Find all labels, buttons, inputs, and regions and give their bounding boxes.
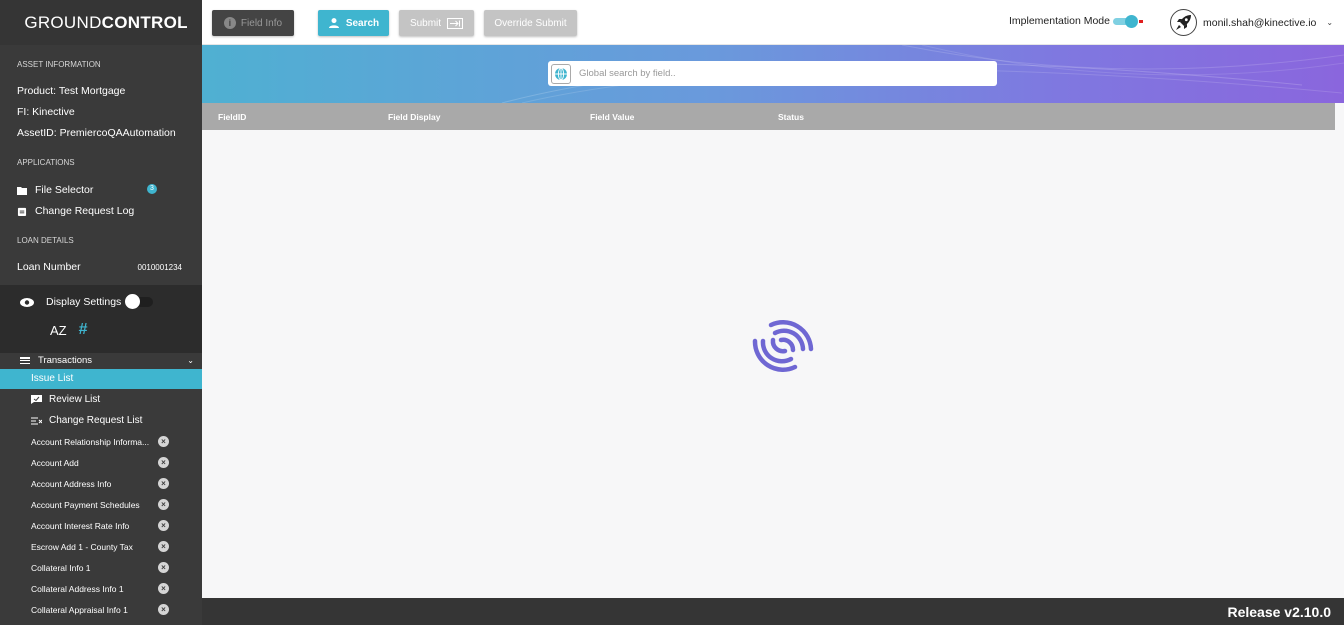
- transactions-toggle[interactable]: Transactions ⌄: [20, 355, 194, 366]
- sort-options: AZ #: [50, 321, 88, 339]
- global-search: [548, 61, 997, 86]
- release-version: Release v2.10.0: [1227, 604, 1331, 620]
- review-icon: [31, 395, 42, 404]
- review-list-item[interactable]: Review List: [31, 394, 100, 405]
- eye-icon: [20, 297, 34, 307]
- transaction-item[interactable]: Account Relationship Informa... ×: [31, 435, 171, 449]
- applications-heading: APPLICATIONS: [17, 158, 75, 167]
- implementation-mode-toggle[interactable]: [1112, 15, 1143, 28]
- brand-name: GROUNDCONTROL: [24, 12, 188, 32]
- file-selector-count-badge: 3: [147, 184, 157, 194]
- transaction-item[interactable]: Account Interest Rate Info ×: [31, 519, 171, 533]
- sidebar: GROUNDCONTROL ASSET INFORMATION Product:…: [0, 0, 202, 625]
- display-settings-toggle[interactable]: [125, 294, 154, 309]
- close-icon[interactable]: ×: [158, 457, 169, 468]
- transaction-item[interactable]: Account Address Info ×: [31, 477, 171, 491]
- close-icon[interactable]: ×: [158, 604, 169, 615]
- override-submit-button[interactable]: Override Submit: [484, 10, 577, 36]
- submit-arrow-icon: [447, 17, 464, 29]
- chevron-down-icon: ⌄: [1326, 18, 1334, 27]
- display-settings-row: Display Settings: [20, 294, 154, 309]
- transactions-label: Transactions: [38, 355, 93, 366]
- info-icon: i: [223, 17, 236, 29]
- asset-info-heading: ASSET INFORMATION: [17, 60, 101, 69]
- search-banner: [202, 45, 1344, 103]
- sort-numeric-icon[interactable]: #: [79, 321, 88, 339]
- column-header-status[interactable]: Status: [778, 112, 804, 122]
- rocket-icon: [1176, 15, 1191, 30]
- brand-header: GROUNDCONTROL: [0, 0, 202, 45]
- user-email: monil.shah@kinective.io: [1203, 16, 1317, 29]
- transaction-item[interactable]: Collateral Address Info 1 ×: [31, 582, 171, 596]
- clipboard-icon: [17, 207, 27, 216]
- list-icon: [20, 357, 30, 364]
- change-request-log-link[interactable]: Change Request Log: [17, 205, 134, 217]
- user-icon: [328, 18, 339, 28]
- loan-number-row: Loan Number 0010001234: [17, 261, 182, 273]
- user-menu[interactable]: monil.shah@kinective.io ⌄: [1170, 9, 1333, 36]
- issue-list-item[interactable]: Issue List: [0, 369, 202, 389]
- loan-details-heading: LOAN DETAILS: [17, 236, 74, 245]
- field-info-button[interactable]: i Field Info: [212, 10, 294, 36]
- loading-spinner-icon: [752, 320, 814, 372]
- display-settings-label: Display Settings: [46, 296, 122, 308]
- close-icon[interactable]: ×: [158, 499, 169, 510]
- top-toolbar: i Field Info Search Submit Override Subm…: [202, 0, 1344, 45]
- globe-icon[interactable]: [551, 63, 571, 84]
- table-header: FieldID Field Display Field Value Status: [202, 103, 1335, 130]
- asset-id: AssetID: PremiercoQAAutomation: [17, 127, 176, 139]
- close-icon[interactable]: ×: [158, 478, 169, 489]
- close-icon[interactable]: ×: [158, 562, 169, 573]
- transaction-item[interactable]: Account Payment Schedules ×: [31, 498, 171, 512]
- close-icon[interactable]: ×: [158, 520, 169, 531]
- transaction-item[interactable]: Collateral Appraisal Info 1 ×: [31, 603, 171, 617]
- avatar: [1170, 9, 1197, 36]
- asset-fi: FI: Kinective: [17, 106, 75, 118]
- close-icon[interactable]: ×: [158, 436, 169, 447]
- folder-icon: [17, 186, 27, 195]
- close-icon[interactable]: ×: [158, 541, 169, 552]
- footer: Release v2.10.0: [202, 598, 1344, 625]
- loan-number-label: Loan Number: [17, 261, 81, 273]
- implementation-mode-label: Implementation Mode: [1009, 15, 1110, 27]
- sort-list-icon: [31, 417, 42, 425]
- sort-alphabetical-icon[interactable]: AZ: [50, 323, 67, 338]
- change-request-list-item[interactable]: Change Request List: [31, 415, 142, 426]
- loan-number-value: 0010001234: [137, 262, 183, 272]
- transaction-item[interactable]: Escrow Add 1 - County Tax ×: [31, 540, 171, 554]
- implementation-mode: Implementation Mode: [1009, 15, 1143, 28]
- column-header-field-display[interactable]: Field Display: [388, 112, 440, 122]
- file-selector-link[interactable]: File Selector: [17, 184, 93, 196]
- transaction-item[interactable]: Account Add ×: [31, 456, 171, 470]
- column-header-fieldid[interactable]: FieldID: [218, 112, 246, 122]
- chevron-down-icon: ⌄: [187, 356, 194, 365]
- transaction-item[interactable]: Collateral Info 1 ×: [31, 561, 171, 575]
- submit-button[interactable]: Submit: [399, 10, 474, 36]
- global-search-input[interactable]: [579, 68, 979, 79]
- column-header-field-value[interactable]: Field Value: [590, 112, 634, 122]
- search-button[interactable]: Search: [318, 10, 389, 36]
- asset-product: Product: Test Mortgage: [17, 85, 126, 97]
- close-icon[interactable]: ×: [158, 583, 169, 594]
